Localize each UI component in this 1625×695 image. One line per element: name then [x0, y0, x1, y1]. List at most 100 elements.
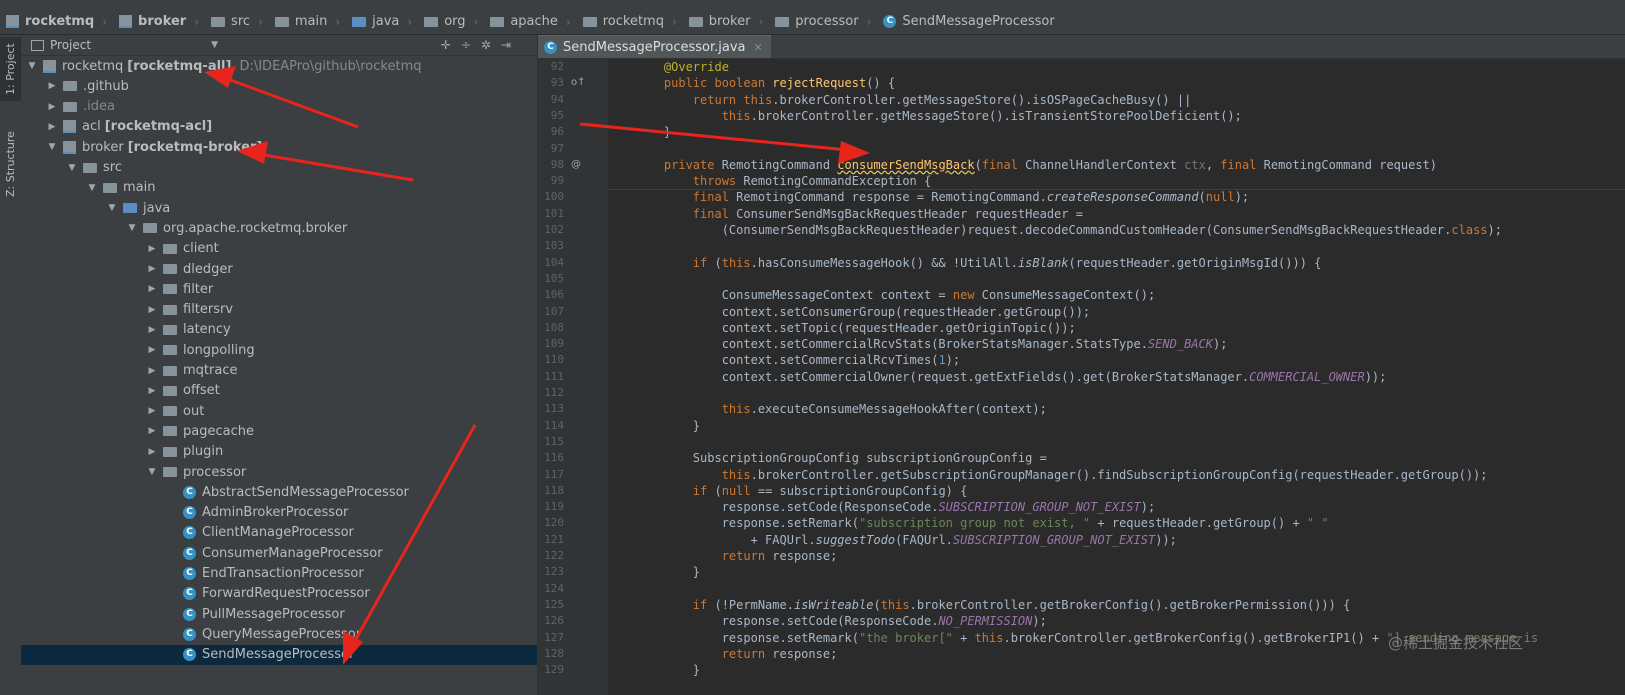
code-line[interactable]: if (this.hasConsumeMessageHook() && !Uti… — [635, 255, 1322, 271]
editor-tab-sendmessageprocessor[interactable]: C SendMessageProcessor.java ✕ — [538, 35, 771, 58]
gutter-marker-icon[interactable]: o↑ — [571, 77, 586, 88]
chevron-down-icon[interactable]: ▼ — [211, 40, 218, 50]
breadcrumb-item[interactable]: rocketmq › — [0, 9, 113, 34]
tree-node[interactable]: ▼ broker [rocketmq-broker] — [21, 137, 555, 157]
code-line[interactable]: (ConsumerSendMsgBackRequestHeader)reques… — [635, 222, 1502, 238]
breadcrumb-item[interactable]: C SendMessageProcessor — [877, 9, 1060, 34]
tree-node[interactable]: ▶ .github — [21, 76, 555, 96]
tool-tab-structure[interactable]: Z: Structure — [0, 119, 21, 209]
code-token: response; — [772, 646, 838, 661]
code-line[interactable]: throws RemotingCommandException { — [635, 173, 931, 189]
collapsed-arrow-icon[interactable]: ▶ — [45, 102, 59, 112]
code-line[interactable]: private RemotingCommand consumerSendMsgB… — [635, 157, 1437, 173]
collapsed-arrow-icon[interactable]: ▶ — [145, 447, 159, 457]
gear-icon[interactable]: ✲ — [481, 38, 491, 52]
scroll-from-source-icon[interactable]: ✛ — [441, 38, 451, 52]
code-line[interactable]: this.executeConsumeMessageHookAfter(cont… — [635, 401, 1047, 417]
line-number: 127 — [544, 630, 564, 644]
expanded-arrow-icon[interactable]: ▼ — [145, 467, 159, 477]
breadcrumb-separator-icon: › — [565, 14, 571, 29]
collapsed-arrow-icon[interactable]: ▶ — [145, 406, 159, 416]
project-panel-title[interactable]: Project — [50, 38, 91, 52]
expanded-arrow-icon[interactable]: ▼ — [105, 203, 119, 213]
module-name: [rocketmq-acl] — [104, 119, 213, 135]
collapsed-arrow-icon[interactable]: ▶ — [145, 345, 159, 355]
code-line[interactable]: context.setCommercialRcvTimes(1); — [635, 352, 960, 368]
code-line[interactable]: public boolean rejectRequest() { — [635, 75, 895, 91]
code-line[interactable]: + FAQUrl.suggestTodo(FAQUrl.SUBSCRIPTION… — [635, 532, 1177, 548]
collapsed-arrow-icon[interactable]: ▶ — [145, 305, 159, 315]
tree-node-label: broker — [82, 139, 124, 155]
gutter-marker-icon[interactable]: @ — [571, 159, 581, 170]
code-line[interactable]: if (!PermName.isWriteable(this.brokerCon… — [635, 597, 1351, 613]
line-number: 104 — [544, 255, 564, 269]
expanded-arrow-icon[interactable]: ▼ — [25, 61, 39, 71]
code-token: public boolean — [635, 76, 773, 91]
code-line[interactable]: @Override — [635, 59, 729, 75]
code-line[interactable]: } — [635, 564, 700, 580]
collapsed-arrow-icon[interactable]: ▶ — [145, 284, 159, 294]
breadcrumb-item[interactable]: broker › — [113, 9, 205, 34]
expanded-arrow-icon[interactable]: ▼ — [85, 183, 99, 193]
project-panel: Project ▼ ✛ ÷ ✲ ⇥ ▼ rocketmq [rocketmq-all… — [21, 35, 675, 695]
breadcrumb-item[interactable]: java › — [346, 9, 418, 34]
code-line[interactable]: } — [635, 662, 700, 678]
code-line[interactable]: this.brokerController.getMessageStore().… — [635, 108, 1242, 124]
tree-node[interactable]: ▼ java — [21, 198, 615, 218]
code-line[interactable]: context.setCommercialOwner(request.getEx… — [635, 369, 1387, 385]
close-icon[interactable]: ✕ — [754, 41, 763, 54]
code-line[interactable]: final RemotingCommand response = Remotin… — [635, 189, 1249, 205]
code-line[interactable]: } — [635, 124, 671, 140]
collapsed-arrow-icon[interactable]: ▶ — [45, 81, 59, 91]
code-line[interactable]: return this.brokerController.getMessageS… — [635, 92, 1192, 108]
java-class-icon: C — [183, 506, 196, 520]
code-line[interactable]: } — [635, 418, 700, 434]
hide-panel-icon[interactable]: ⇥ — [501, 38, 511, 52]
tree-node[interactable]: ▶ acl [rocketmq-acl] — [21, 117, 555, 137]
breadcrumb-label: src — [231, 14, 251, 29]
tree-node[interactable]: ▶ .idea — [21, 97, 555, 117]
collapse-all-icon[interactable]: ÷ — [461, 38, 471, 52]
project-view-icon — [31, 39, 44, 51]
tree-node[interactable]: ▼ rocketmq [rocketmq-all] D:\IDEAPro\github… — [21, 56, 535, 76]
breadcrumb-item[interactable]: src › — [205, 9, 269, 34]
tree-node[interactable]: ▼ src — [21, 158, 575, 178]
expanded-arrow-icon[interactable]: ▼ — [65, 163, 79, 173]
collapsed-arrow-icon[interactable]: ▶ — [45, 122, 59, 132]
breadcrumb-item[interactable]: apache › — [484, 9, 576, 34]
code-line[interactable]: return response; — [635, 548, 838, 564]
line-number: 115 — [544, 434, 564, 448]
tool-tab-project[interactable]: 1: Project — [0, 37, 21, 101]
collapsed-arrow-icon[interactable]: ▶ — [145, 426, 159, 436]
collapsed-arrow-icon[interactable]: ▶ — [145, 366, 159, 376]
code-line[interactable]: return response; — [635, 646, 838, 662]
breadcrumb-item[interactable]: rocketmq › — [577, 9, 683, 34]
code-line[interactable]: context.setConsumerGroup(requestHeader.g… — [635, 304, 1090, 320]
breadcrumb-item[interactable]: main › — [269, 9, 346, 34]
code-line[interactable]: SubscriptionGroupConfig subscriptionGrou… — [635, 450, 1047, 466]
code-line[interactable]: ConsumeMessageContext context = new Cons… — [635, 287, 1156, 303]
tree-node[interactable]: ▼ main — [21, 178, 595, 198]
breadcrumb-item[interactable]: org › — [418, 9, 484, 34]
code-line[interactable]: context.setCommercialRcvStats(BrokerStat… — [635, 336, 1228, 352]
code-line[interactable]: context.setTopic(requestHeader.getOrigin… — [635, 320, 1076, 336]
code-line[interactable]: this.brokerController.getSubscriptionGro… — [635, 467, 1488, 483]
code-line[interactable]: response.setCode(ResponseCode.SUBSCRIPTI… — [635, 499, 1156, 515]
code-line[interactable]: final ConsumerSendMsgBackRequestHeader r… — [635, 206, 1083, 222]
expanded-arrow-icon[interactable]: ▼ — [125, 223, 139, 233]
code-line[interactable]: response.setRemark("subscription group n… — [635, 515, 1329, 531]
code-token: RemotingCommand response = RemotingComma… — [736, 190, 1047, 205]
code-line[interactable]: response.setCode(ResponseCode.NO_PERMISS… — [635, 613, 1047, 629]
breadcrumb-item[interactable]: processor › — [769, 9, 877, 34]
folder-icon — [63, 101, 77, 112]
code-token: .brokerController.getBrokerConfig().getB… — [909, 597, 1351, 612]
collapsed-arrow-icon[interactable]: ▶ — [145, 386, 159, 396]
collapsed-arrow-icon[interactable]: ▶ — [145, 325, 159, 335]
code-line[interactable]: if (null == subscriptionGroupConfig) { — [635, 483, 968, 499]
breadcrumb-item[interactable]: broker › — [683, 9, 770, 34]
expanded-arrow-icon[interactable]: ▼ — [45, 142, 59, 152]
java-class-icon: C — [183, 485, 196, 499]
module-icon — [43, 59, 56, 73]
collapsed-arrow-icon[interactable]: ▶ — [145, 264, 159, 274]
collapsed-arrow-icon[interactable]: ▶ — [145, 244, 159, 254]
